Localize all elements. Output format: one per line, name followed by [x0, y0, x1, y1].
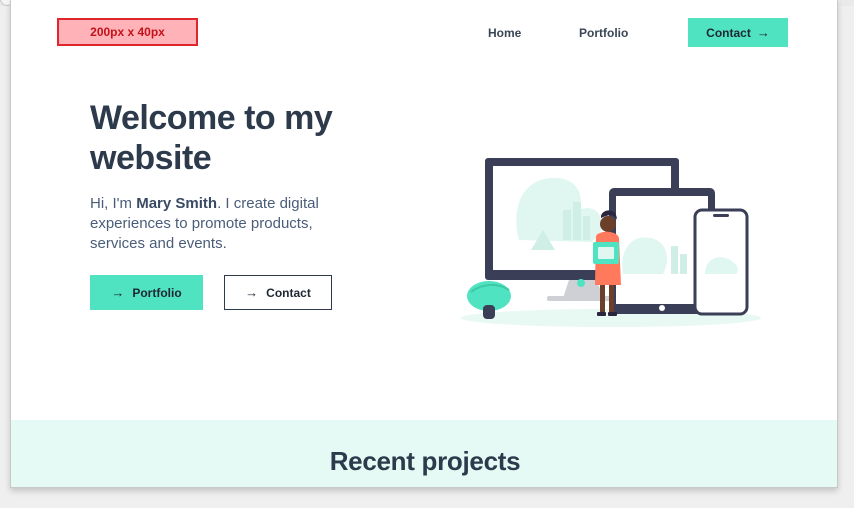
main-nav: Home Portfolio Contact → — [11, 18, 837, 48]
portfolio-button[interactable]: → Portfolio — [90, 275, 203, 310]
recent-projects-section: Recent projects — [11, 420, 837, 487]
nav-home-link[interactable]: Home — [488, 18, 521, 48]
contact-button-label: Contact — [266, 285, 311, 300]
nav-contact-button[interactable]: Contact → — [688, 18, 788, 47]
author-name: Mary Smith — [136, 195, 218, 212]
contact-button[interactable]: → Contact — [224, 275, 332, 310]
nav-contact-label: Contact — [706, 25, 751, 40]
hero-intro: Hi, I'm Mary Smith. I create digital exp… — [90, 194, 355, 254]
arrow-right-icon: → — [245, 285, 259, 300]
arrow-right-icon: → — [111, 285, 125, 300]
browser-viewport: 200px x 40px Home Portfolio Contact → We… — [10, 0, 838, 488]
intro-prefix: Hi, I'm — [90, 195, 137, 212]
recent-projects-title: Recent projects — [329, 446, 521, 476]
arrow-right-icon: → — [756, 25, 770, 40]
devices-illustration — [461, 158, 761, 327]
portfolio-button-label: Portfolio — [132, 285, 182, 300]
nav-portfolio-link[interactable]: Portfolio — [579, 18, 628, 48]
hero-title: Welcome to my website — [90, 99, 333, 177]
